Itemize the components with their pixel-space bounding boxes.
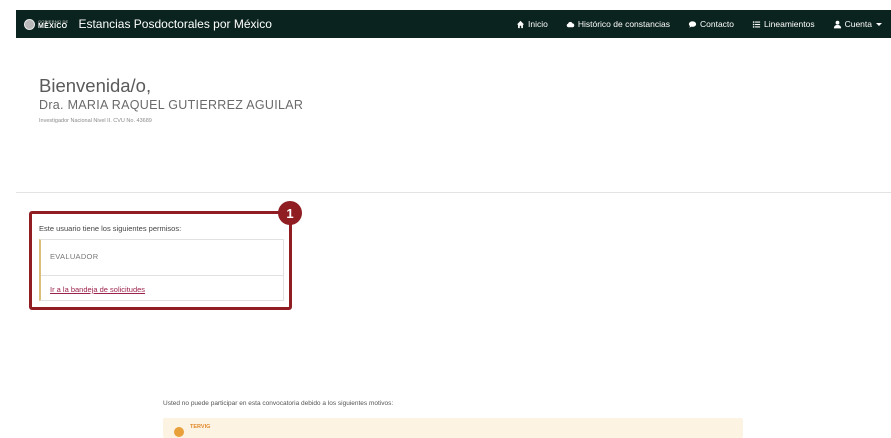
card-divider bbox=[41, 275, 283, 276]
welcome-greeting: Bienvenida/o, bbox=[39, 75, 152, 96]
permission-role: EVALUADOR bbox=[50, 252, 99, 261]
app-title[interactable]: Estancias Posdoctorales por México bbox=[78, 17, 271, 31]
national-seal-icon bbox=[24, 18, 35, 30]
logo-big-text: MÉXICO bbox=[38, 23, 68, 30]
nav-cuenta-dropdown[interactable]: Cuenta bbox=[824, 19, 891, 29]
nav-lineamientos-label: Lineamientos bbox=[764, 19, 815, 29]
cloud-icon bbox=[566, 21, 575, 27]
permissions-panel: Este usuario tiene los siguientes permis… bbox=[29, 211, 292, 310]
nav-contacto-label: Contacto bbox=[699, 19, 735, 29]
chat-icon bbox=[688, 20, 697, 28]
step-number-badge: 1 bbox=[278, 201, 302, 225]
home-icon bbox=[516, 20, 525, 28]
eligibility-reason-box: TERVIG bbox=[163, 418, 743, 438]
nav-lineamientos[interactable]: Lineamientos bbox=[743, 19, 824, 29]
top-navbar: GOBIERNO DE MÉXICO Estancias Posdoctoral… bbox=[16, 10, 891, 38]
permissions-title: Este usuario tiene los siguientes permis… bbox=[39, 224, 182, 233]
user-name: Dra. MARIA RAQUEL GUTIERREZ AGUILAR bbox=[39, 98, 304, 112]
requests-inbox-link[interactable]: Ir a la bandeja de solicitudes bbox=[50, 285, 145, 294]
nav-contacto[interactable]: Contacto bbox=[679, 19, 743, 29]
nav-cuenta-label: Cuenta bbox=[844, 19, 872, 29]
user-detail: Investigador Nacional Nivel II. CVU No. … bbox=[39, 118, 152, 124]
eligibility-notice-text: Usted no puede participar en esta convoc… bbox=[163, 400, 394, 407]
section-divider bbox=[16, 192, 891, 193]
user-icon bbox=[833, 20, 841, 28]
gobierno-mexico-logo[interactable]: GOBIERNO DE MÉXICO bbox=[24, 18, 68, 30]
permission-card: EVALUADOR Ir a la bandeja de solicitudes bbox=[39, 239, 284, 301]
nav-historico-label: Histórico de constancias bbox=[577, 19, 670, 29]
nav-menu: Inicio Histórico de constancias Contacto… bbox=[507, 10, 891, 38]
warning-icon bbox=[174, 427, 184, 437]
nav-inicio-label: Inicio bbox=[528, 19, 548, 29]
reason-code: TERVIG bbox=[190, 424, 211, 430]
list-icon bbox=[752, 20, 761, 28]
caret-down-icon bbox=[876, 22, 882, 26]
nav-inicio[interactable]: Inicio bbox=[507, 19, 557, 29]
nav-historico[interactable]: Histórico de constancias bbox=[557, 19, 679, 29]
